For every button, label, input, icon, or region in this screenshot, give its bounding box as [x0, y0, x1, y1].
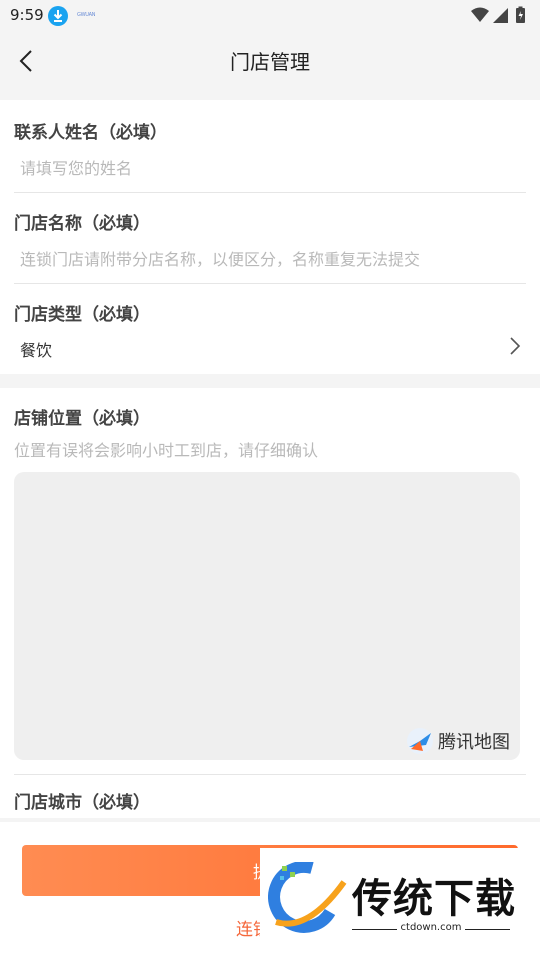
status-bar: 9:59 GWUAN: [0, 0, 540, 32]
download-icon: [48, 6, 68, 26]
nav-bar: 门店管理: [0, 32, 540, 90]
tencent-map-logo-icon: [407, 728, 433, 754]
location-hint: 位置有误将会影响小时工到店，请仔细确认: [14, 441, 319, 460]
app-notification-icon: GWUAN: [77, 12, 96, 18]
store-name-input[interactable]: 连锁门店请附带分店名称，以便区分，名称重复无法提交: [14, 246, 526, 270]
city-label: 门店城市（必填）: [14, 793, 150, 813]
chevron-right-icon[interactable]: [508, 336, 522, 356]
store-name-field[interactable]: 门店名称（必填） 连锁门店请附带分店名称，以便区分，名称重复无法提交: [14, 209, 526, 270]
contact-field[interactable]: 联系人姓名（必填） 请填写您的姓名: [14, 118, 526, 179]
store-type-field[interactable]: 门店类型（必填） 餐饮: [14, 300, 526, 361]
store-type-value[interactable]: 餐饮: [14, 337, 526, 361]
wifi-icon: [471, 7, 489, 22]
watermark-text: 传统下载: [352, 876, 516, 922]
store-name-label: 门店名称（必填）: [14, 214, 150, 234]
divider: [14, 192, 526, 193]
map-logo-text: 腾讯地图: [438, 732, 510, 753]
signal-icon: [493, 8, 508, 23]
store-info-card: 联系人姓名（必填） 请填写您的姓名 门店名称（必填） 连锁门店请附带分店名称，以…: [0, 100, 540, 374]
location-field: 店铺位置（必填） 位置有误将会影响小时工到店，请仔细确认: [14, 404, 526, 461]
divider: [14, 283, 526, 284]
divider: [465, 929, 510, 930]
store-type-label: 门店类型（必填）: [14, 305, 150, 325]
map-view[interactable]: 腾讯地图: [14, 472, 520, 760]
city-field[interactable]: 门店城市（必填）: [14, 788, 526, 813]
location-label: 店铺位置（必填）: [14, 409, 150, 429]
status-time: 9:59: [10, 6, 44, 24]
status-icons: [470, 6, 532, 30]
watermark-url: ctdown.com: [400, 922, 462, 933]
page-title: 门店管理: [230, 50, 310, 74]
watermark: 传统下载 ctdown.com: [260, 848, 540, 944]
map-logo: 腾讯地图: [406, 726, 510, 756]
contact-input[interactable]: 请填写您的姓名: [14, 155, 526, 179]
watermark-logo-icon: [268, 862, 347, 933]
divider: [14, 774, 526, 775]
contact-label: 联系人姓名（必填）: [14, 123, 167, 143]
location-card: 店铺位置（必填） 位置有误将会影响小时工到店，请仔细确认 腾讯地图 门店城市（必…: [0, 388, 540, 818]
